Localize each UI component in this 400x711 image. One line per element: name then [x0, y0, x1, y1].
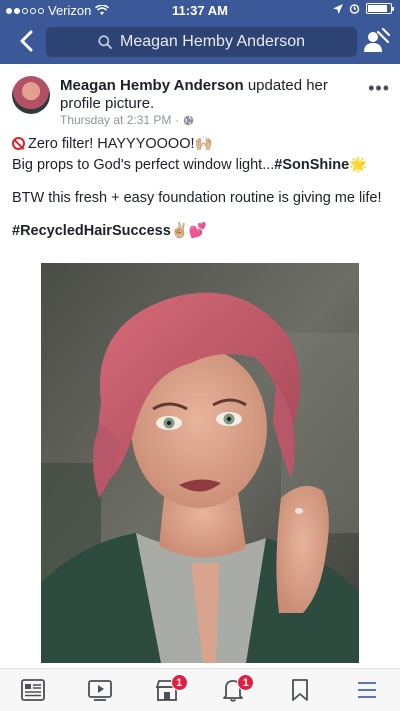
author-name-link[interactable]: Meagan Hemby Anderson	[60, 77, 244, 94]
globe-icon	[184, 115, 194, 125]
post-line-3: BTW this fresh + easy foundation routine…	[12, 190, 382, 206]
raised-hands-emoji: 🙌🏼	[194, 136, 213, 152]
menu-icon	[357, 682, 376, 698]
post-line-1: Zero filter! HAYYYOOOO!🙌🏼	[12, 134, 388, 155]
marketplace-badge: 1	[170, 674, 188, 691]
back-button[interactable]	[12, 26, 40, 56]
star-emoji: 🌟	[349, 157, 368, 173]
peace-heart-emoji: ✌🏼💕	[170, 223, 207, 239]
hashtag-recycledhairsuccess[interactable]: #RecycledHairSuccess	[12, 223, 171, 239]
alarm-icon	[349, 4, 360, 14]
notifications-badge: 1	[237, 674, 255, 691]
video-icon	[88, 680, 112, 701]
more-options-button[interactable]: •••	[368, 78, 390, 99]
add-friend-icon	[364, 27, 391, 52]
post-meta: Thursday at 2:31 PM ·	[60, 113, 194, 127]
search-bar[interactable]: Meagan Hemby Anderson	[46, 27, 357, 57]
tab-news-feed[interactable]	[0, 669, 67, 711]
bottom-tab-bar: 1 1	[0, 669, 400, 711]
nav-bar: Meagan Hemby Anderson	[0, 20, 400, 64]
chevron-left-icon	[20, 30, 33, 52]
post-line-4: #RecycledHairSuccess✌🏼💕	[12, 221, 388, 242]
hashtag-sonshine[interactable]: #SonShine	[274, 157, 349, 173]
tab-menu[interactable]	[333, 669, 400, 711]
meta-separator: ·	[175, 113, 180, 127]
tab-marketplace[interactable]: 1	[133, 669, 200, 711]
search-icon	[98, 35, 112, 49]
post-body: Zero filter! HAYYYOOOO!🙌🏼 Big props to G…	[12, 134, 388, 242]
add-friend-button[interactable]	[362, 27, 391, 56]
tab-video[interactable]	[67, 669, 134, 711]
post-header-text: Meagan Hemby Anderson updated her profil…	[60, 77, 350, 113]
top-bar: Verizon 11:37 AM Meagan Hemby Anderson	[0, 0, 400, 64]
status-bar: Verizon 11:37 AM	[0, 0, 400, 20]
selfie-image	[41, 263, 359, 663]
status-right	[333, 3, 394, 14]
author-avatar[interactable]	[12, 76, 50, 114]
tab-notifications[interactable]: 1	[200, 669, 267, 711]
post-line-2: Big props to God's perfect window light.…	[12, 157, 368, 173]
search-text: Meagan Hemby Anderson	[120, 33, 305, 50]
tab-bookmarks[interactable]	[267, 669, 334, 711]
battery-icon	[366, 3, 394, 14]
location-arrow-icon	[333, 3, 343, 14]
profile-photo[interactable]	[41, 263, 359, 663]
post-timestamp[interactable]: Thursday at 2:31 PM	[60, 113, 171, 127]
news-feed-icon	[21, 679, 46, 701]
bookmark-icon	[292, 679, 308, 701]
no-entry-icon	[12, 137, 25, 150]
